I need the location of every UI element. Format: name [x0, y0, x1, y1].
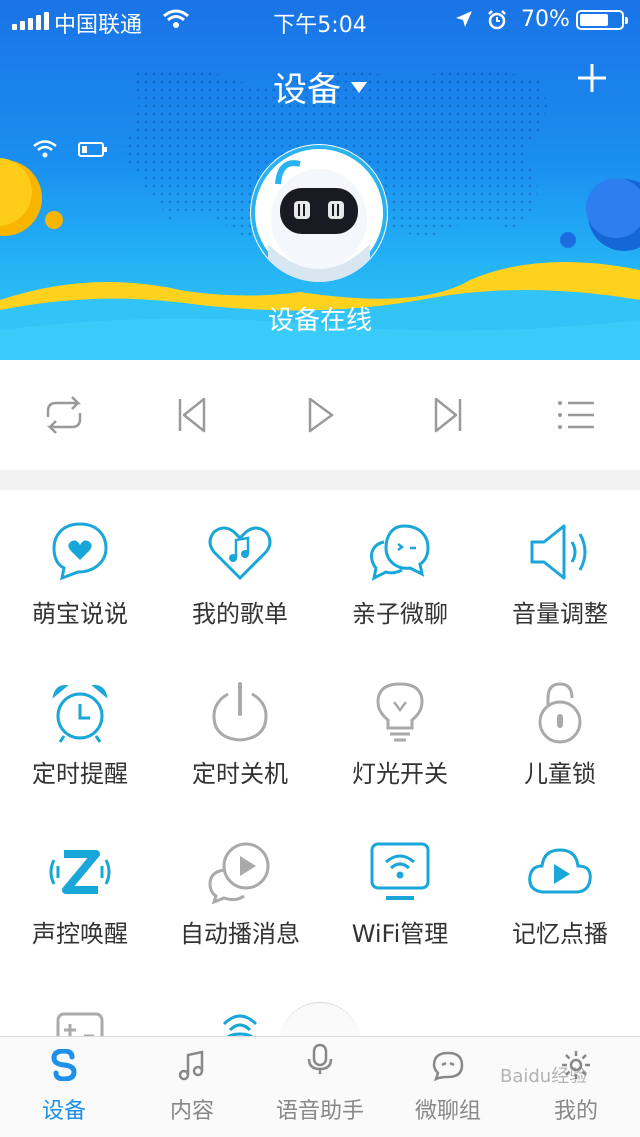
auto-play-icon	[208, 842, 270, 904]
battery-percent: 70%	[521, 7, 570, 32]
alarm-clock-icon	[52, 684, 108, 743]
plus-icon[interactable]	[572, 58, 612, 98]
feature-timer-reminder[interactable]: 定时提醒	[0, 650, 160, 810]
next-icon[interactable]	[418, 385, 478, 445]
playlist-icon[interactable]	[546, 385, 606, 445]
feature-label: 灯光开关	[352, 760, 448, 788]
location-arrow-icon	[454, 9, 474, 35]
feature-label: 儿童锁	[524, 760, 596, 788]
tab-content[interactable]: 内容	[128, 1037, 256, 1137]
feature-label: 音量调整	[512, 600, 608, 628]
speaker-icon	[530, 524, 587, 580]
device-hero-banner: 中国联通 下午5:04 70% 设备 设备在线	[0, 0, 640, 360]
tab-voice-assistant[interactable]: 语音助手	[256, 1037, 384, 1137]
device-wifi-icon	[32, 138, 58, 164]
feature-voice-wake[interactable]: 声控唤醒	[0, 810, 160, 970]
feature-label: 定时提醒	[32, 760, 128, 788]
feature-grid: 萌宝说说 我的歌单 亲子微聊 音量调整 定时提醒 定时关机 灯光开关 儿童锁 声…	[0, 490, 640, 1050]
bulb-icon	[376, 682, 424, 742]
feature-my-playlist[interactable]: 我的歌单	[160, 490, 320, 650]
power-icon	[212, 682, 268, 742]
music-heart-icon	[208, 526, 272, 581]
robot-avatar[interactable]	[250, 144, 388, 282]
feature-label: 定时关机	[192, 760, 288, 788]
tab-label: 我的	[553, 1099, 598, 1124]
feature-label: 声控唤醒	[32, 920, 128, 948]
alarm-icon	[486, 9, 508, 37]
device-icon	[51, 1049, 77, 1081]
feature-memory-play[interactable]: 记忆点播	[480, 810, 640, 970]
cloud-play-icon	[528, 848, 592, 894]
tab-label: 微聊组	[414, 1099, 481, 1124]
feature-auto-play-messages[interactable]: 自动播消息	[160, 810, 320, 970]
device-status-text: 设备在线	[267, 306, 372, 336]
feature-label: 亲子微聊	[352, 600, 448, 628]
tab-device[interactable]: 设备	[0, 1037, 128, 1137]
feature-label: 我的歌单	[192, 600, 288, 628]
battery-icon	[576, 10, 628, 30]
chat-bubbles-icon	[370, 524, 430, 581]
tab-label: 语音助手	[275, 1099, 364, 1124]
voice-wake-icon	[49, 850, 111, 894]
player-controls	[0, 360, 640, 470]
feature-label: 记忆点播	[512, 920, 608, 948]
heart-chat-icon	[52, 522, 108, 581]
previous-icon[interactable]	[162, 385, 222, 445]
music-note-icon	[178, 1050, 204, 1081]
device-battery-icon	[78, 142, 107, 157]
feature-child-lock[interactable]: 儿童锁	[480, 650, 640, 810]
caret-down-icon	[351, 82, 367, 93]
feature-family-chat[interactable]: 亲子微聊	[320, 490, 480, 650]
tab-label: 设备	[41, 1099, 86, 1124]
tab-label: 内容	[169, 1099, 214, 1124]
play-icon[interactable]	[290, 385, 350, 445]
feature-wifi-manage[interactable]: WiFi管理	[320, 810, 480, 970]
page-title-dropdown[interactable]: 设备	[0, 62, 640, 111]
watermark: Baidu经验	[500, 1066, 588, 1087]
tab-chat-group[interactable]: 微聊组	[384, 1037, 512, 1137]
lock-icon	[538, 682, 582, 744]
feature-volume[interactable]: 音量调整	[480, 490, 640, 650]
repeat-icon[interactable]	[34, 385, 94, 445]
feature-label: WiFi管理	[351, 920, 449, 948]
page-title: 设备	[273, 70, 341, 110]
feature-baby-talk[interactable]: 萌宝说说	[0, 490, 160, 650]
wifi-tv-icon	[370, 842, 430, 900]
feature-timer-shutdown[interactable]: 定时关机	[160, 650, 320, 810]
feature-label: 萌宝说说	[32, 600, 128, 628]
feature-label: 自动播消息	[180, 920, 300, 948]
feature-light-switch[interactable]: 灯光开关	[320, 650, 480, 810]
status-bar: 中国联通 下午5:04 70%	[0, 0, 640, 40]
chat-group-icon	[432, 1051, 464, 1081]
microphone-icon	[307, 1043, 333, 1074]
